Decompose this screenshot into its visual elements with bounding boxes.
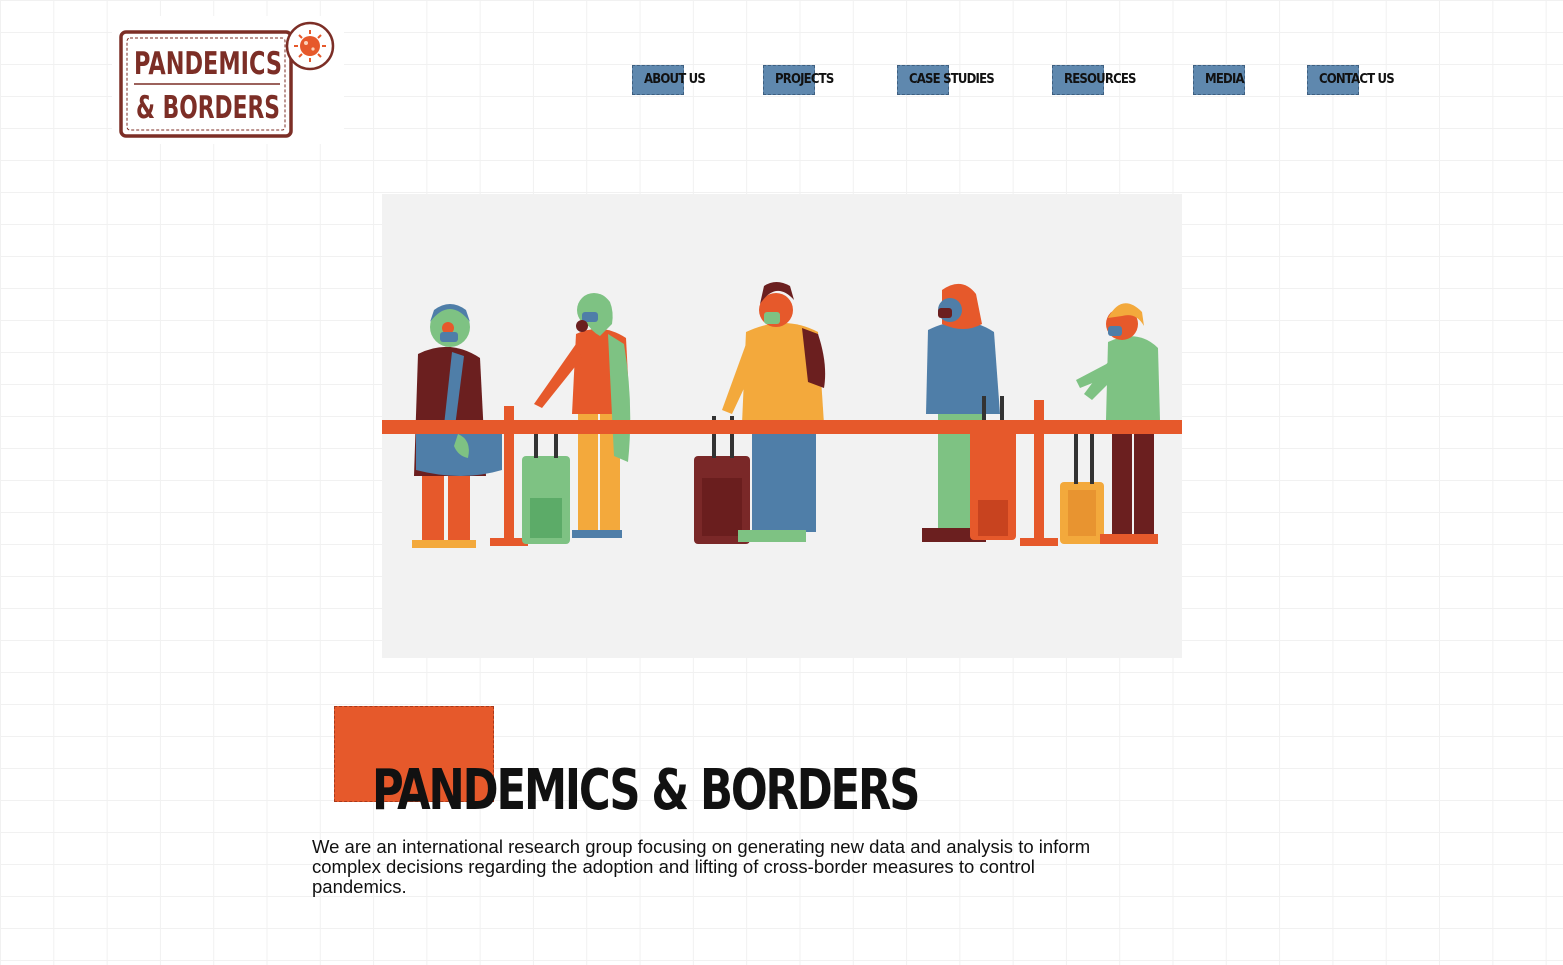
queue-of-travelers-with-luggage-illustration-icon <box>382 282 1182 548</box>
traveler-3 <box>694 282 826 544</box>
page-title: PANDEMICS & BORDERS <box>372 757 920 823</box>
nav-label[interactable]: RESOURCES <box>1064 70 1136 90</box>
main-navigation: ABOUT US PROJECTS CASE STUDIES RESOURCES… <box>0 64 1563 98</box>
intro-text: We are an international research group f… <box>312 835 1091 897</box>
hero-title-block: PANDEMICS & BORDERS <box>334 706 920 823</box>
nav-label[interactable]: ABOUT US <box>644 70 706 90</box>
hero-image <box>382 194 1182 658</box>
nav-label[interactable]: CASE STUDIES <box>909 70 995 90</box>
traveler-2 <box>522 293 631 544</box>
traveler-4 <box>922 283 1016 542</box>
nav-label[interactable]: PROJECTS <box>775 70 834 90</box>
nav-label[interactable]: MEDIA <box>1205 70 1245 90</box>
nav-label[interactable]: CONTACT US <box>1319 70 1395 90</box>
site-header: PANDEMICS & BORDERS ABOUT US PROJECTS CA… <box>0 0 1563 160</box>
